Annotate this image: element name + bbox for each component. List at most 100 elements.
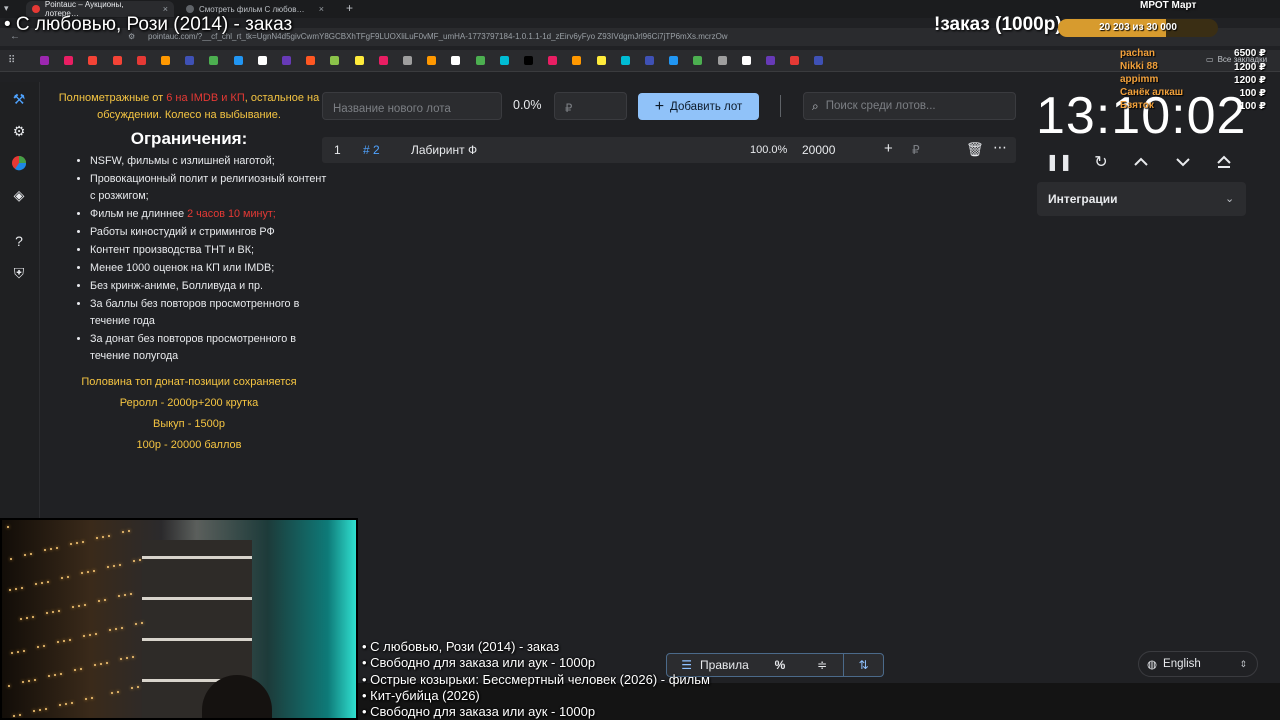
- shield-icon[interactable]: ⛨: [10, 264, 28, 282]
- apps-grid-icon[interactable]: ⠿: [8, 55, 15, 66]
- lot-name-input[interactable]: Название нового лота: [322, 92, 502, 120]
- duration-limit: 2 часов 10 минут;: [187, 208, 276, 220]
- light-dot: [118, 595, 120, 597]
- bookmark-icon[interactable]: [451, 56, 461, 65]
- queue-item: • Острые козырьки: Бессмертный человек (…: [362, 671, 710, 687]
- new-tab-button[interactable]: +: [346, 1, 353, 15]
- chevron-updown-icon: ⇕: [1239, 658, 1247, 669]
- divider: [780, 95, 781, 117]
- search-lots-input[interactable]: ⌕ Поиск среди лотов...: [803, 92, 1016, 120]
- double-up-icon[interactable]: [1212, 152, 1236, 172]
- bookmark-icon[interactable]: [790, 56, 800, 65]
- help-icon[interactable]: ?: [10, 232, 28, 250]
- bookmark-icon[interactable]: [596, 56, 606, 65]
- light-dot: [95, 633, 97, 635]
- light-dot: [54, 674, 56, 676]
- light-dot: [24, 554, 26, 556]
- bookmark-icon[interactable]: [572, 56, 582, 65]
- bookmark-icon[interactable]: [717, 56, 727, 65]
- bookmark-icon[interactable]: [209, 56, 219, 65]
- bookmark-icon[interactable]: [282, 56, 291, 65]
- bookmark-icon[interactable]: [306, 56, 316, 65]
- pause-icon[interactable]: ❚❚: [1046, 152, 1073, 172]
- bookmark-icon[interactable]: [669, 56, 679, 65]
- lot-currency: ₽: [912, 143, 920, 157]
- bookmark-icon[interactable]: [330, 56, 340, 65]
- bookmark-icon[interactable]: [354, 56, 364, 65]
- light-dot: [70, 543, 72, 545]
- settings-gear-icon[interactable]: ⚙: [10, 122, 28, 140]
- light-dot: [47, 581, 49, 583]
- tab-search-icon[interactable]: ▾: [4, 3, 9, 14]
- rules-footer-2: Реролл - 2000р+200 крутка: [119, 397, 259, 409]
- bookmark-icon[interactable]: [257, 56, 267, 65]
- lot-name[interactable]: Лабиринт Ф: [411, 143, 477, 157]
- percent-toggle-icon[interactable]: %: [767, 654, 793, 676]
- light-dot: [44, 549, 46, 551]
- close-tab-icon[interactable]: ×: [319, 4, 324, 14]
- light-dot: [117, 691, 119, 693]
- auction-gavel-icon[interactable]: ⚒: [10, 90, 28, 108]
- bookmark-icon[interactable]: [693, 56, 703, 65]
- light-dot: [59, 704, 61, 706]
- bookmark-icon[interactable]: [64, 56, 74, 65]
- bookmark-icon[interactable]: [475, 56, 485, 65]
- light-dot: [82, 541, 84, 543]
- bookmark-icon[interactable]: [112, 56, 122, 65]
- chevron-down-icon[interactable]: [1171, 152, 1195, 172]
- bookmark-icon[interactable]: [403, 56, 412, 65]
- wheel-icon[interactable]: [10, 154, 28, 172]
- amount-input[interactable]: ₽: [554, 92, 627, 120]
- light-dot: [22, 681, 24, 683]
- compress-icon[interactable]: ≑: [809, 654, 835, 676]
- lot-amount[interactable]: 20000: [802, 143, 835, 157]
- chevron-up-icon[interactable]: [1129, 152, 1153, 172]
- reset-icon[interactable]: ↻: [1089, 152, 1113, 172]
- bookmark-icon[interactable]: [548, 56, 558, 65]
- bookmark-icon[interactable]: [645, 56, 654, 65]
- bookmark-icon[interactable]: [161, 56, 170, 65]
- light-dot: [91, 697, 93, 699]
- add-amount-icon[interactable]: +: [884, 140, 893, 157]
- bookmark-icon[interactable]: [620, 56, 630, 65]
- lot-row[interactable]: 1 # 2 Лабиринт Ф 100.0% 20000 + ₽ 🗑 ⋯: [322, 137, 1016, 163]
- light-dot: [67, 576, 69, 578]
- bookmark-icon[interactable]: [499, 56, 509, 65]
- light-dot: [60, 673, 62, 675]
- list-item: Контент производства ТНТ и ВК;: [90, 242, 334, 259]
- bookmark-icon[interactable]: [524, 56, 533, 65]
- layers-icon[interactable]: ◈: [10, 186, 28, 204]
- bookmark-icon[interactable]: [40, 56, 49, 65]
- light-dot: [7, 526, 9, 528]
- app-sidebar: [0, 82, 40, 522]
- bookmark-icon[interactable]: [185, 56, 195, 65]
- movie-favicon-icon: [186, 5, 194, 13]
- light-dot: [61, 577, 63, 579]
- donor-name: Nikki 88: [1120, 61, 1158, 72]
- bookmark-icon[interactable]: [88, 56, 98, 65]
- new-lot-percent: 0.0%: [513, 98, 542, 112]
- bookmark-icon[interactable]: [741, 56, 751, 65]
- plus-icon: +: [654, 97, 665, 115]
- close-tab-icon[interactable]: ×: [163, 4, 168, 14]
- add-lot-button[interactable]: + Добавить лот: [638, 93, 759, 120]
- integrations-label: Интеграции: [1048, 192, 1118, 206]
- sort-icon[interactable]: ⇅: [843, 654, 883, 676]
- rules-panel: Полнометражные от 6 на IMDB и КП, осталь…: [44, 90, 334, 454]
- globe-icon: ◍: [1147, 659, 1158, 671]
- delete-icon[interactable]: 🗑: [966, 141, 984, 158]
- integrations-accordion[interactable]: Интеграции ⌄: [1037, 182, 1246, 216]
- bookmark-icon[interactable]: [766, 56, 775, 65]
- language-select[interactable]: ◍ English ⇕: [1138, 651, 1258, 677]
- light-dot: [76, 542, 78, 544]
- bookmark-icon[interactable]: [136, 56, 146, 65]
- bookmark-icon[interactable]: [233, 56, 243, 65]
- list-item: За баллы без повторов просмотренного в т…: [90, 296, 334, 330]
- more-options-icon[interactable]: ⋯: [993, 139, 1007, 156]
- bookmark-icon[interactable]: [378, 56, 388, 65]
- bookmark-icon[interactable]: [427, 56, 437, 65]
- light-dot: [10, 558, 12, 560]
- light-dot: [43, 645, 45, 647]
- bookmark-icon[interactable]: [814, 56, 824, 65]
- light-dot: [98, 600, 100, 602]
